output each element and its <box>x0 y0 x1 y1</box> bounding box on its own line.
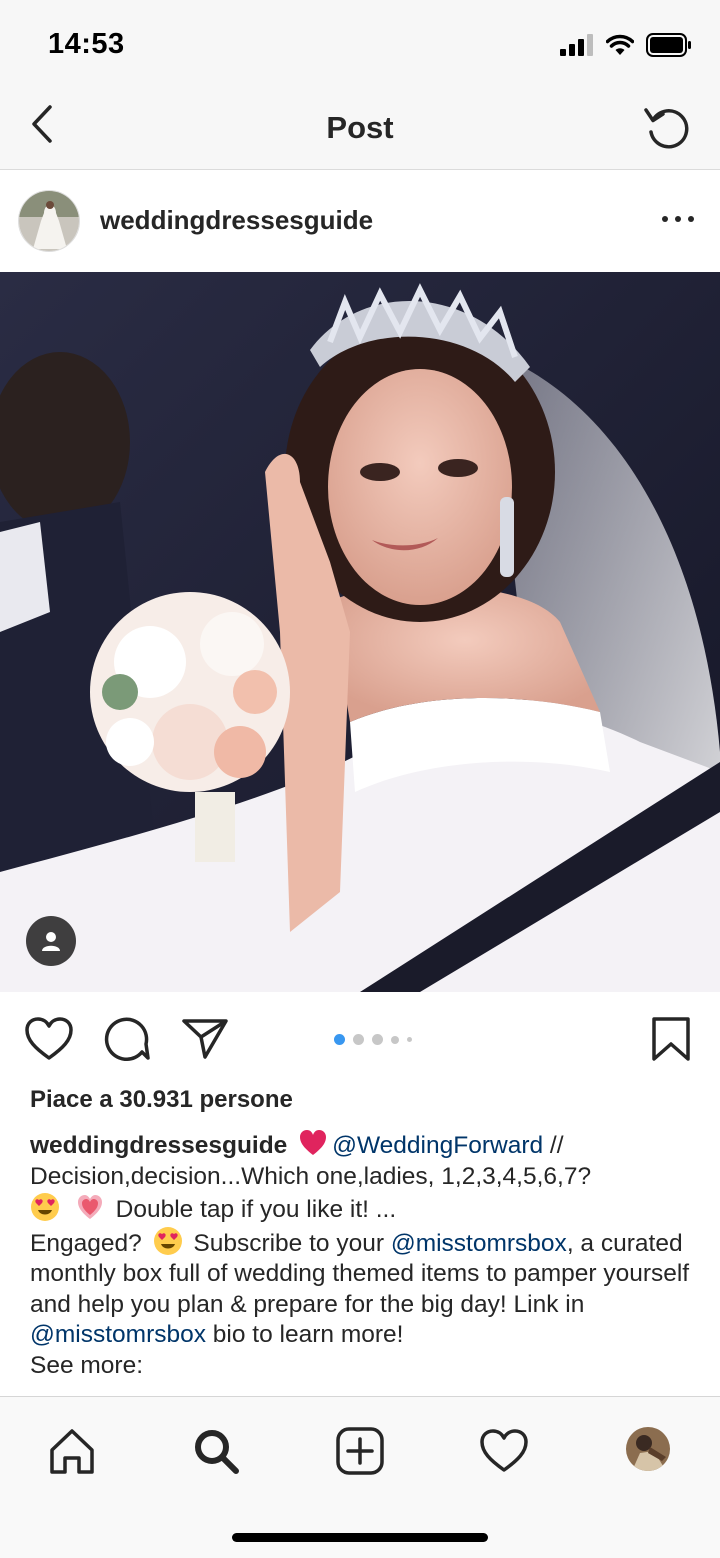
carousel-dot <box>334 1034 345 1045</box>
save-button[interactable] <box>646 1014 696 1064</box>
carousel-dot <box>372 1034 383 1045</box>
status-time: 14:53 <box>48 28 125 60</box>
heart-icon <box>25 1017 73 1060</box>
red-heart-icon <box>300 1130 327 1155</box>
tab-search[interactable] <box>188 1423 244 1479</box>
carousel-indicator <box>334 1034 412 1045</box>
refresh-button[interactable] <box>640 100 694 154</box>
caption-text: Double tap if you like it! ... <box>115 1196 397 1223</box>
caption-text: Subscribe to your <box>193 1229 385 1257</box>
carousel-dot <box>391 1035 399 1044</box>
tab-new-post[interactable] <box>332 1423 388 1479</box>
like-button[interactable] <box>24 1014 74 1064</box>
tagged-users-button[interactable] <box>26 916 76 966</box>
heart-eyes-emoji-icon <box>153 1226 182 1255</box>
see-more-link[interactable]: See more: <box>30 1352 143 1379</box>
more-horizontal-icon <box>662 216 668 222</box>
mention-link[interactable]: @misstomrsbox <box>30 1321 206 1348</box>
status-bar: 14:53 <box>0 0 720 88</box>
activity-heart-icon <box>480 1429 528 1472</box>
home-icon <box>50 1429 94 1474</box>
caption-text: bio to learn more! <box>205 1321 404 1348</box>
caption-username[interactable]: weddingdressesguide <box>30 1132 287 1159</box>
post-actions <box>0 992 720 1084</box>
mention-link[interactable]: @WeddingForward <box>332 1132 543 1159</box>
bride-photo <box>0 272 720 992</box>
post-photo[interactable] <box>0 272 720 992</box>
refresh-icon <box>644 108 689 149</box>
wifi-icon <box>606 34 634 55</box>
comment-button[interactable] <box>102 1014 152 1064</box>
bookmark-icon <box>652 1017 690 1061</box>
caption-text: Decision,decision...Which one,ladies, 1,… <box>30 1162 592 1190</box>
mention-link[interactable]: @misstomrsbox <box>391 1230 567 1257</box>
more-dot <box>688 216 694 222</box>
nav-bar: Post <box>0 88 720 170</box>
carousel-dot <box>353 1034 364 1045</box>
send-icon <box>182 1019 228 1059</box>
more-options-button[interactable] <box>662 204 694 234</box>
sparkling-heart-icon <box>77 1195 102 1219</box>
user-tag-icon <box>42 932 60 951</box>
post-header: weddingdressesguide <box>0 170 720 272</box>
author-username[interactable]: weddingdressesguide <box>100 205 373 236</box>
likes-count[interactable]: Piace a 30.931 persone <box>30 1086 293 1114</box>
profile-avatar[interactable] <box>626 1427 670 1471</box>
tab-activity[interactable] <box>476 1423 532 1479</box>
bottom-tab-bar <box>0 1396 720 1558</box>
home-indicator <box>232 1533 488 1542</box>
status-icons <box>560 32 692 58</box>
page-title: Post <box>326 110 394 145</box>
more-dot <box>675 216 681 222</box>
signal-icon <box>560 34 593 56</box>
author-avatar[interactable] <box>18 190 80 252</box>
heart-eyes-emoji-icon <box>31 1193 59 1221</box>
share-button[interactable] <box>180 1014 230 1064</box>
caption-text: Engaged? <box>30 1229 142 1257</box>
carousel-dot <box>407 1037 412 1042</box>
comment-icon <box>104 1017 150 1062</box>
tab-home[interactable] <box>44 1423 100 1479</box>
caption-text: // <box>543 1132 564 1159</box>
new-post-icon <box>336 1427 384 1475</box>
battery-icon <box>646 33 691 57</box>
search-icon <box>195 1430 239 1474</box>
post-caption: weddingdressesguide @WeddingForward // D… <box>30 1128 698 1396</box>
